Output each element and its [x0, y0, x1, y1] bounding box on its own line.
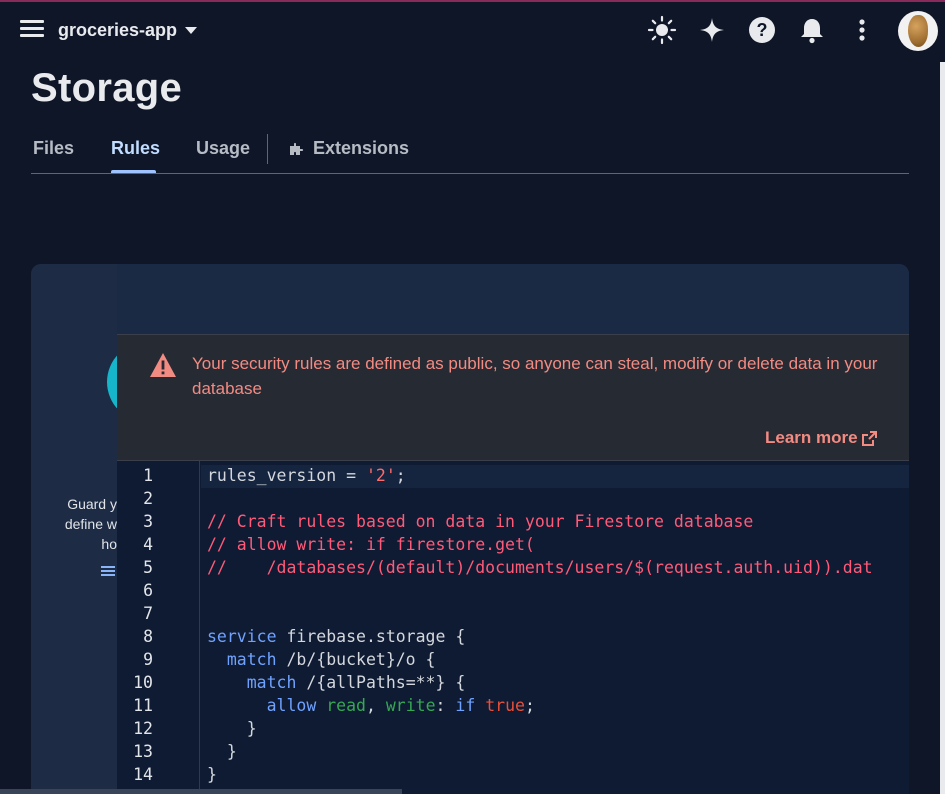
line-number: 8: [143, 627, 153, 646]
project-name: groceries-app: [58, 20, 178, 40]
help-icon[interactable]: ?: [747, 14, 777, 46]
line-number: 13: [133, 742, 153, 761]
tab-usage[interactable]: Usage: [196, 138, 250, 159]
horizontal-scrollbar[interactable]: [0, 789, 402, 794]
code-line: // /databases/(default)/documents/users/…: [207, 558, 873, 577]
top-app-bar: groceries-app ?: [0, 0, 945, 62]
rules-card: Guard y define w ho Your security rules …: [31, 264, 909, 794]
learn-more-link[interactable]: Learn more: [765, 428, 878, 448]
warning-icon: [150, 353, 176, 377]
theme-icon[interactable]: [647, 14, 677, 46]
tab-divider: [267, 134, 268, 164]
line-number: 3: [143, 512, 153, 531]
code-line: service firebase.storage {: [207, 627, 466, 646]
line-number: 12: [133, 719, 153, 738]
warning-message: Your security rules are defined as publi…: [192, 354, 878, 398]
code-line: // Craft rules based on data in your Fir…: [207, 512, 754, 531]
open-in-new-icon: [861, 430, 877, 446]
chevron-down-icon: [185, 27, 198, 34]
line-number: 14: [133, 765, 153, 784]
side-panel-text: Guard y define w ho: [31, 494, 117, 554]
line-number: 10: [133, 673, 153, 692]
window-right-edge: [940, 62, 945, 794]
code-line: }: [207, 742, 237, 761]
learn-more-label: Learn more: [765, 428, 858, 447]
tab-extensions-label: Extensions: [313, 138, 410, 158]
project-selector[interactable]: groceries-app: [58, 20, 198, 41]
app-page: groceries-app ? Storage Files Rules Usag…: [0, 0, 945, 794]
notifications-icon[interactable]: [797, 14, 827, 46]
line-number: 6: [143, 581, 153, 600]
code-line: }: [207, 719, 257, 738]
code-line: // allow write: if firestore.get(: [207, 535, 535, 554]
page-title: Storage: [31, 66, 183, 110]
line-number: 11: [133, 696, 153, 715]
active-tab-indicator: [111, 170, 156, 173]
tab-files[interactable]: Files: [33, 138, 74, 159]
hamburger-menu-icon[interactable]: [20, 20, 46, 42]
line-number: 5: [143, 558, 153, 577]
code-line: match /{allPaths=**} {: [246, 673, 466, 692]
line-number: 1: [143, 466, 153, 485]
side-panel: Guard y define w ho: [31, 264, 147, 794]
code-line: allow read, write: if true;: [266, 696, 535, 715]
svg-text:?: ?: [757, 20, 768, 40]
tab-bar: Files Rules Usage Extensions: [31, 130, 909, 174]
code-line: rules_version = '2';: [207, 466, 406, 485]
extensions-icon: [290, 142, 304, 155]
side-panel-line: Guard y: [67, 496, 117, 512]
avatar-image: [908, 15, 928, 47]
top-accent-line: [0, 0, 945, 2]
sparkle-icon[interactable]: [697, 14, 727, 46]
tab-rules[interactable]: Rules: [111, 138, 160, 159]
line-number: 7: [143, 604, 153, 623]
tab-extensions[interactable]: Extensions: [287, 138, 409, 159]
side-panel-line: ho: [101, 536, 117, 552]
list-icon[interactable]: [101, 566, 115, 578]
more-vert-icon[interactable]: [847, 14, 877, 46]
line-number: 4: [143, 535, 153, 554]
security-warning-banner: Your security rules are defined as publi…: [117, 334, 909, 461]
line-number: 9: [143, 650, 153, 669]
editor-toolbar: [117, 264, 909, 334]
side-panel-line: define w: [64, 516, 117, 532]
line-number: 2: [143, 489, 153, 508]
code-line: }: [207, 765, 217, 784]
user-avatar[interactable]: [898, 11, 938, 51]
code-line: match /b/{bucket}/o {: [226, 650, 436, 669]
rules-code-editor[interactable]: 1 2 3 4 5 6 7 8 9 10 11 12 13 14 rules_version = '2'; /…: [117, 461, 909, 794]
